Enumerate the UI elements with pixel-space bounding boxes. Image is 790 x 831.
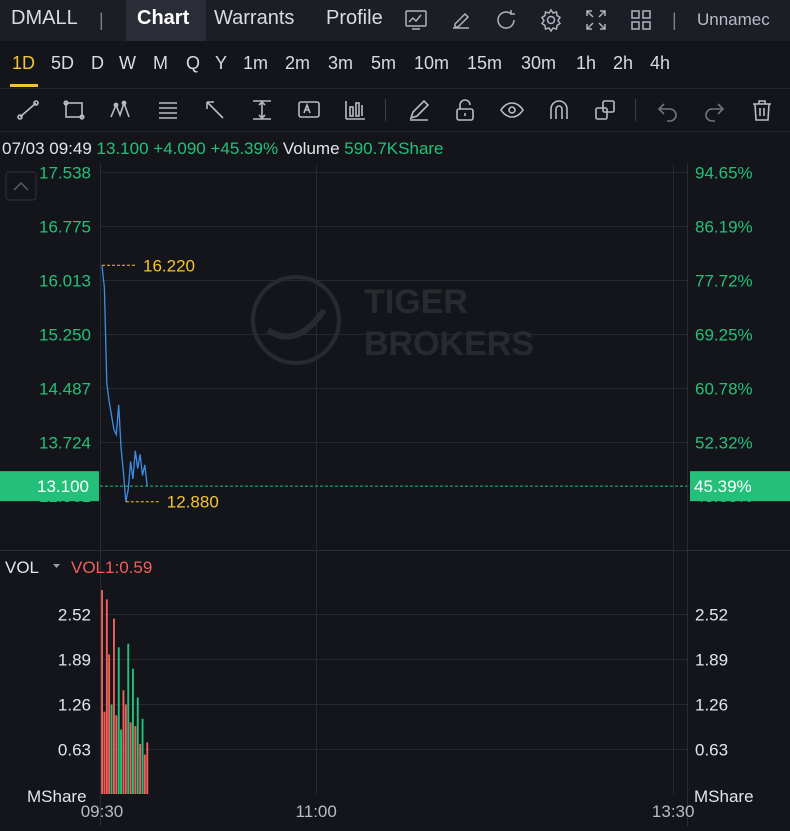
volume-bar	[103, 711, 106, 794]
y-tick-label-right: 77.72%	[695, 272, 753, 291]
current-pct-tag-label: 45.39%	[694, 477, 752, 496]
watermark: TIGER BROKERS	[251, 275, 534, 365]
y-tick-label-left: 13.724	[39, 434, 91, 453]
vol-tick-label-right: 1.89	[695, 651, 728, 670]
high-marker-label: 16.220	[143, 256, 195, 275]
volume-bar	[124, 704, 127, 794]
y-tick-label-left: 17.538	[39, 164, 91, 183]
volume-bar	[117, 647, 120, 794]
volume-bar	[110, 704, 113, 794]
low-marker-label: 12.880	[167, 493, 219, 512]
volume-bar	[105, 599, 108, 794]
dropdown-arrow-icon[interactable]	[53, 564, 60, 568]
vol-indicator-label: VOL1:0.59	[71, 558, 152, 577]
vol-tick-label-right: 0.63	[695, 741, 728, 760]
volume-bar	[146, 742, 149, 794]
y-tick-label-right: 69.25%	[695, 326, 753, 345]
y-tick-label-left: 16.013	[39, 272, 91, 291]
y-tick-label-left: 16.775	[39, 218, 91, 237]
volume-bar	[134, 726, 137, 794]
y-tick-label-left: 15.250	[39, 326, 91, 345]
vol-tick-label-left: 1.26	[58, 696, 91, 715]
watermark-text-1: TIGER	[364, 283, 468, 321]
vol-tick-label-right: 1.26	[695, 696, 728, 715]
volume-bar	[113, 618, 115, 794]
volume-bar	[115, 715, 118, 794]
x-tick-label: 13:30	[652, 802, 695, 821]
y-tick-label-right: 94.65%	[695, 164, 753, 183]
vol-unit-left: MShare	[27, 787, 87, 806]
x-tick-label: 09:30	[81, 802, 124, 821]
collapse-button[interactable]	[5, 171, 37, 201]
vol-unit-right: MShare	[694, 787, 754, 806]
vol-tick-label-right: 2.52	[695, 606, 728, 625]
volume-bar	[122, 690, 125, 794]
y-tick-label-right: 60.78%	[695, 380, 753, 399]
vol-tick-label-left: 2.52	[58, 606, 91, 625]
vol-title[interactable]: VOL	[5, 558, 39, 577]
watermark-text-2: BROKERS	[364, 325, 534, 363]
volume-bar	[108, 654, 111, 794]
volume-bar	[141, 718, 144, 794]
y-tick-label-right: 52.32%	[695, 434, 753, 453]
watermark-logo-icon	[251, 275, 341, 365]
chart-area[interactable]: TIGER BROKERS 09:3011:0013:3015:0017.538…	[0, 0, 790, 831]
vol-tick-label-left: 1.89	[58, 651, 91, 670]
x-tick-label: 11:00	[296, 802, 337, 821]
current-price-tag-label: 13.100	[37, 477, 89, 496]
y-tick-label-right: 86.19%	[695, 218, 753, 237]
vol-tick-label-left: 0.63	[58, 741, 91, 760]
volume-bar	[136, 697, 139, 794]
y-tick-label-left: 14.487	[39, 380, 91, 399]
price-line	[101, 265, 148, 502]
chevron-up-icon	[13, 181, 29, 191]
volume-bar	[120, 729, 122, 794]
volume-bar	[143, 754, 146, 794]
volume-bar	[127, 643, 130, 794]
volume-bar	[129, 722, 132, 794]
volume-bar	[101, 590, 103, 794]
volume-bar	[139, 743, 142, 794]
volume-bar	[132, 668, 134, 794]
